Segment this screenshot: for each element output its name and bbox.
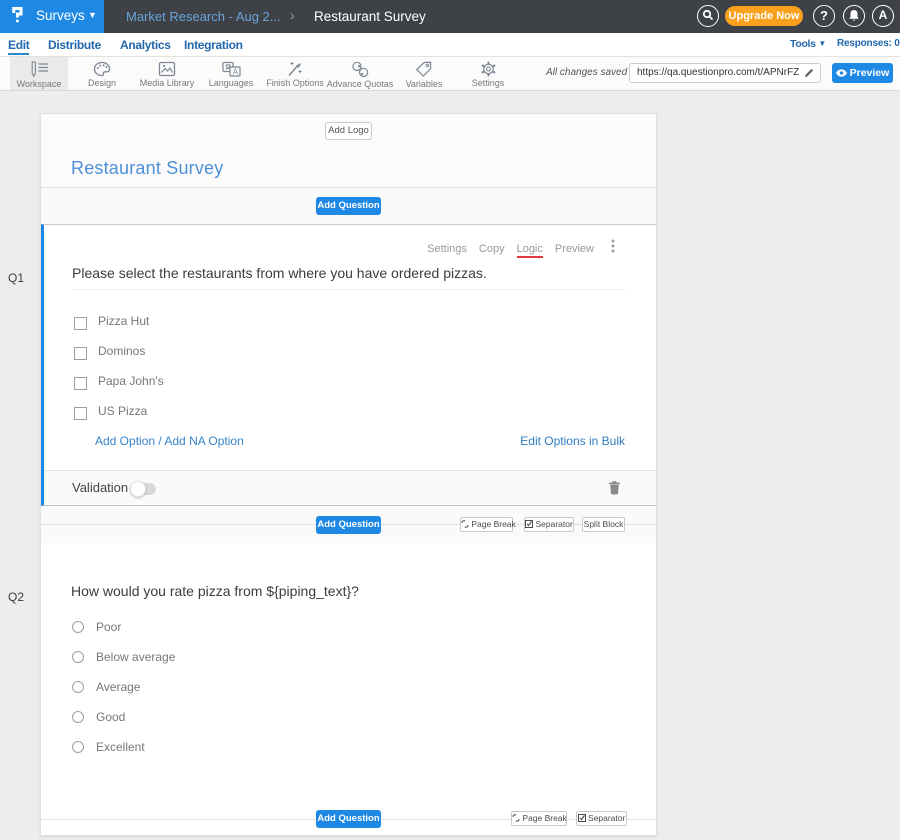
svg-text:A: A: [232, 67, 238, 76]
